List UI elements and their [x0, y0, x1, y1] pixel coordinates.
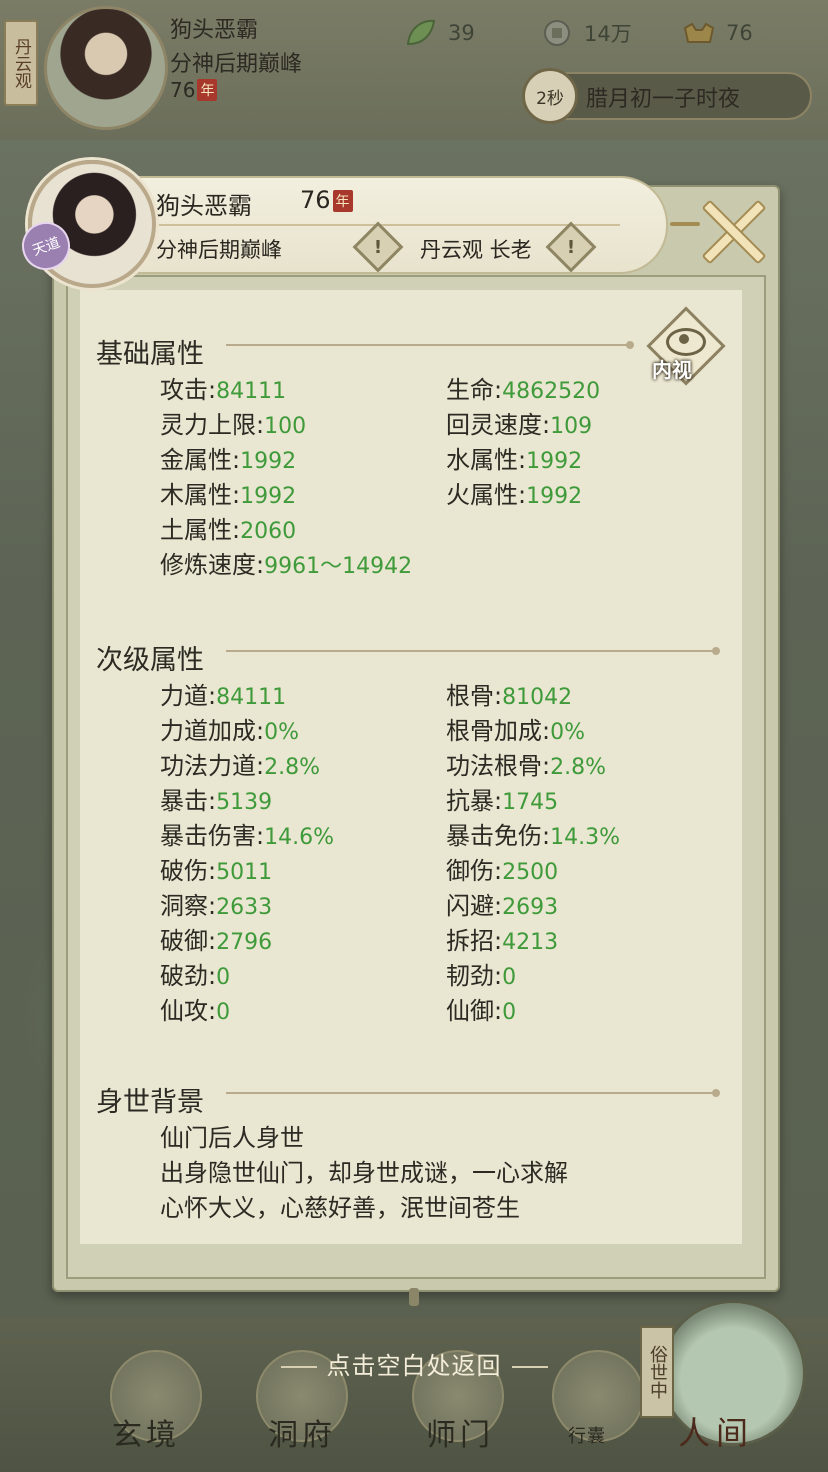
- stat-armor-break: 破御:2796: [160, 927, 273, 955]
- leaf-icon: [406, 19, 436, 46]
- nav-dongfu[interactable]: 洞府: [268, 1410, 336, 1454]
- stat-cultivation-speed: 修炼速度:9961～14942: [160, 551, 413, 579]
- stat-skill-constitution: 功法根骨:2.8%: [446, 752, 606, 780]
- top-status-bar: 丹云观 狗头恶霸 分神后期巅峰 76 年 39 14万 76 2秒 腊月初一子时夜: [0, 0, 828, 140]
- muscle-icon: [683, 22, 715, 43]
- stat-crit-resist: 抗暴:1745: [446, 787, 559, 815]
- sect-tag[interactable]: 丹云观: [4, 20, 38, 106]
- strength-resource[interactable]: 76: [682, 18, 753, 48]
- close-rod: [670, 222, 700, 226]
- character-realm: 分神后期巅峰: [156, 238, 282, 262]
- stat-strength-bonus: 力道加成:0%: [160, 717, 299, 745]
- stat-damage-defense: 御伤:2500: [446, 857, 559, 885]
- header-divider: [150, 224, 620, 226]
- timer-countdown: 2秒: [522, 68, 578, 124]
- stat-skill-strength: 功法力道:2.8%: [160, 752, 320, 780]
- section-divider: [226, 1089, 720, 1097]
- stat-crit-damage: 暴击伤害:14.6%: [160, 822, 334, 850]
- hint-right-ornament: [511, 1366, 548, 1368]
- stat-strength: 力道:84111: [160, 682, 287, 710]
- world-label: 人间: [678, 1414, 755, 1452]
- stat-insight: 洞察:2633: [160, 892, 273, 920]
- stat-immortal-attack: 仙攻:0: [160, 997, 231, 1025]
- player-name: 狗头恶霸: [170, 18, 259, 43]
- nav-xingnang[interactable]: 行囊: [568, 1422, 606, 1448]
- inner-view-button[interactable]: 内视: [646, 306, 726, 386]
- spirit-resource[interactable]: 39: [404, 18, 475, 48]
- character-portrait: 天道: [15, 160, 156, 288]
- character-sect: 丹云观 长老: [420, 238, 532, 262]
- stat-water: 水属性:1992: [446, 446, 583, 474]
- stat-pierce-damage: 破伤:5011: [160, 857, 273, 885]
- story-line: 出身隐世仙门，却身世成谜，一心求解: [160, 1159, 568, 1187]
- stat-constitution-bonus: 根骨加成:0%: [446, 717, 585, 745]
- stat-wood: 木属性:1992: [160, 481, 297, 509]
- section-divider: [226, 647, 720, 655]
- stat-constitution: 根骨:81042: [446, 682, 573, 710]
- close-icon[interactable]: [698, 196, 766, 264]
- character-name: 狗头恶霸: [156, 192, 252, 220]
- coin-icon: [544, 20, 570, 46]
- stat-crit-damage-reduction: 暴击免伤:14.3%: [446, 822, 620, 850]
- background-story-title: 身世背景: [96, 1087, 204, 1118]
- time-bar: 2秒 腊月初一子时夜: [522, 68, 812, 124]
- basic-attributes-title: 基础属性: [96, 339, 204, 370]
- stat-fire: 火属性:1992: [446, 481, 583, 509]
- coin-resource[interactable]: 14万: [540, 18, 632, 48]
- year-badge: 年: [332, 190, 353, 212]
- stat-crit: 暴击:5139: [160, 787, 273, 815]
- stat-parry: 拆招:4213: [446, 927, 559, 955]
- stat-metal: 金属性:1992: [160, 446, 297, 474]
- stat-immortal-defense: 仙御:0: [446, 997, 517, 1025]
- panel-scroll-knob: [409, 1288, 419, 1306]
- section-divider: [226, 341, 634, 349]
- nav-shimen[interactable]: 师门: [426, 1410, 494, 1454]
- player-age: 76 年: [170, 78, 218, 102]
- eye-icon: [666, 328, 706, 356]
- game-time: 腊月初一子时夜: [586, 87, 741, 112]
- stat-earth: 土属性:2060: [160, 516, 297, 544]
- player-avatar[interactable]: [44, 6, 168, 130]
- stat-hp: 生命:4862520: [446, 376, 601, 404]
- stat-tenacity: 韧劲:0: [446, 962, 517, 990]
- nav-xuanjing[interactable]: 玄境: [112, 1410, 180, 1454]
- hint-left-ornament: [280, 1366, 317, 1368]
- secondary-attributes-title: 次级属性: [96, 645, 204, 676]
- stat-force-break: 破劲:0: [160, 962, 231, 990]
- inner-view-label: 内视: [652, 358, 692, 382]
- year-badge: 年: [197, 79, 218, 101]
- story-line: 心怀大义，心慈好善，泯世间苍生: [160, 1194, 520, 1222]
- stat-mana-cap: 灵力上限:100: [160, 411, 307, 439]
- return-hint: 点击空白处返回: [0, 1346, 828, 1381]
- player-realm: 分神后期巅峰: [170, 52, 303, 77]
- stat-attack: 攻击:84111: [160, 376, 287, 404]
- stat-dodge: 闪避:2693: [446, 892, 559, 920]
- story-line: 仙门后人身世: [160, 1124, 304, 1152]
- stat-mana-regen: 回灵速度:109: [446, 411, 593, 439]
- character-age: 76 年: [300, 186, 353, 214]
